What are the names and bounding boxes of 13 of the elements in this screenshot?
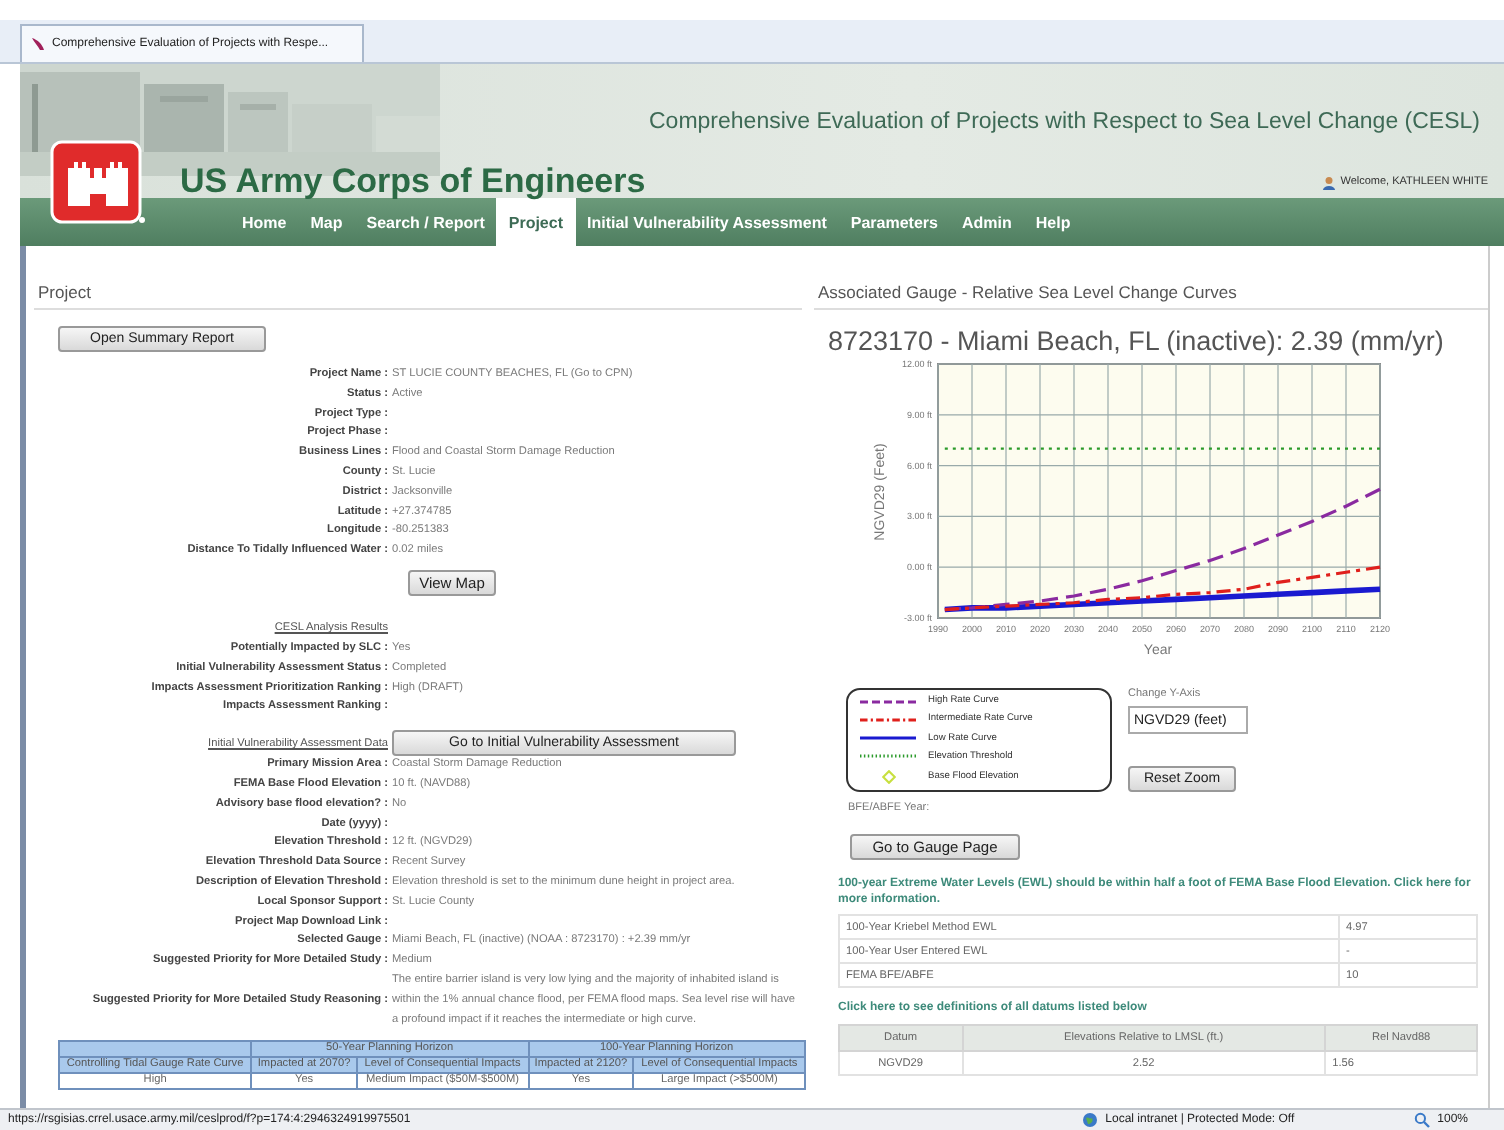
nav-tab[interactable]: Admin <box>949 198 1024 246</box>
nav-tab[interactable]: Parameters <box>838 198 950 246</box>
nav-tab[interactable]: Help <box>1023 198 1083 246</box>
nav-tab[interactable]: Search / Report <box>354 198 497 246</box>
app-title: Comprehensive Evaluation of Projects with Respect to Sea Level Change (CESL) <box>649 110 1482 134</box>
section-heading: Associated Gauge - Relative Sea Level Change Curves <box>814 282 1488 310</box>
section-heading: Project <box>34 282 802 310</box>
nav-tab[interactable]: Map <box>298 198 355 246</box>
nav-tab[interactable]: Initial Vulnerability Assessment <box>575 198 839 246</box>
chart-title: 8723170 - Miami Beach, FL (inactive): 2.39 (mm/yr) <box>828 326 1446 356</box>
nav-tab[interactable]: Home <box>230 198 299 246</box>
organization-name: US Army Corps of Engineers <box>180 162 646 202</box>
nav-tab[interactable]: Project <box>496 198 575 246</box>
